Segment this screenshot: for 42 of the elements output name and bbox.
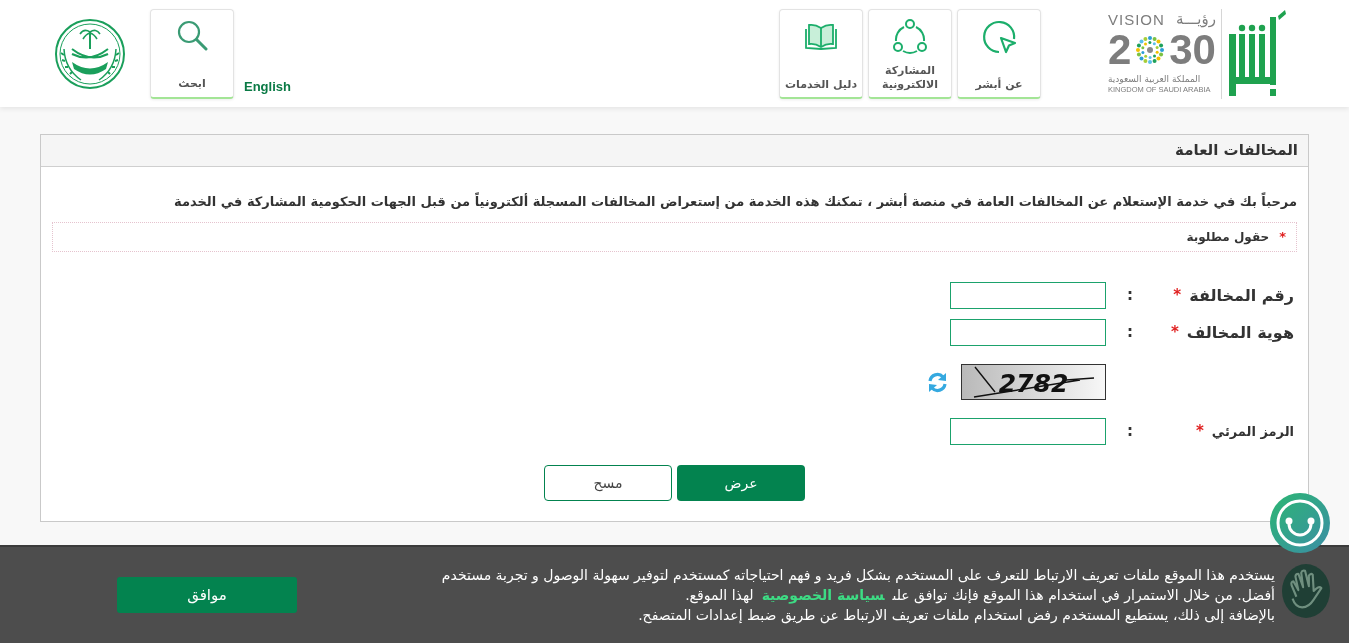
nav-tile[interactable]: دليل الخدمات bbox=[779, 9, 863, 99]
dotted-ring-icon bbox=[1135, 35, 1166, 65]
text-input[interactable] bbox=[950, 319, 1106, 346]
label-separator: : bbox=[1127, 285, 1133, 307]
search-tile[interactable]: ابحث bbox=[150, 9, 234, 99]
field-label: هوية المخالف bbox=[1186, 321, 1294, 344]
label-separator: : bbox=[1127, 322, 1133, 344]
logo-text: 30 bbox=[1169, 29, 1216, 71]
privacy-policy-link[interactable]: سياسة الخصوصية bbox=[761, 587, 885, 603]
chat-icon[interactable] bbox=[1270, 493, 1330, 553]
logo-text: المملكة العربية السعودية bbox=[1108, 74, 1201, 85]
emblem-icon bbox=[55, 18, 125, 89]
network-icon bbox=[892, 19, 928, 55]
text-input[interactable] bbox=[950, 418, 1106, 445]
panel-title: المخالفات العامة bbox=[1175, 140, 1298, 162]
cursor-circle-icon bbox=[981, 19, 1017, 55]
required-mark: * bbox=[1173, 285, 1182, 307]
required-mark: * bbox=[1279, 228, 1286, 247]
text-input[interactable] bbox=[950, 282, 1106, 309]
logo-icon[interactable] bbox=[1228, 9, 1288, 98]
required-mark: * bbox=[1195, 421, 1204, 443]
submit-button[interactable]: عرض bbox=[677, 465, 805, 501]
search-icon bbox=[176, 19, 208, 51]
required-note-text: حقول مطلوبة bbox=[1186, 229, 1270, 246]
clear-button[interactable]: مسح bbox=[544, 465, 672, 501]
book-icon bbox=[805, 22, 837, 50]
language-link[interactable]: English bbox=[244, 76, 291, 96]
required-mark: * bbox=[1170, 322, 1179, 344]
hand-icon[interactable] bbox=[1282, 563, 1330, 619]
field-label: رقم المخالفة bbox=[1189, 284, 1294, 307]
cookie-notice-text: بالإضافة إلى ذلك، يستطيع المستخدم رفض استخدام ملفات تعريف الارتباط عن طريق ضبط إعدادات المتصفح. bbox=[637, 606, 1275, 625]
cookie-notice-text: يستخدم هذا الموقع ملفات تعريف الارتباط للتعرف على المستخدم بشكل فريد و فهم احتياجاته كمستخدم لتوفير سهولة الوصول و تجربة مستخدم أفضل. من خلال الاستمرار في استخدام هذا الموقع فإنك توافق على سياسة الخصوصية لهذا الموقع. bbox=[440, 566, 1275, 605]
logo-text: 2 bbox=[1108, 29, 1132, 71]
label-separator: : bbox=[1127, 421, 1133, 443]
intro-text: مرحباً بك في خدمة الإستعلام عن المخالفات العامة في منصة أبشر ، تمكنك هذه الخدمة من إستعراض المخالفات المسجلة ألكترونياً من قبل الجهات الحكومية المشاركة في الخدمة bbox=[173, 191, 1297, 212]
logo-text: VISION bbox=[1108, 12, 1165, 27]
nav-tile[interactable]: المشاركة الالكترونية bbox=[868, 9, 952, 99]
refresh-icon[interactable] bbox=[927, 371, 948, 393]
field-label: الرمز المرئي bbox=[1211, 422, 1294, 441]
logo-text: رؤيـــة bbox=[1176, 12, 1216, 27]
accept-button[interactable]: موافق bbox=[117, 577, 297, 613]
nav-tile[interactable]: عن أبشر bbox=[957, 9, 1041, 99]
